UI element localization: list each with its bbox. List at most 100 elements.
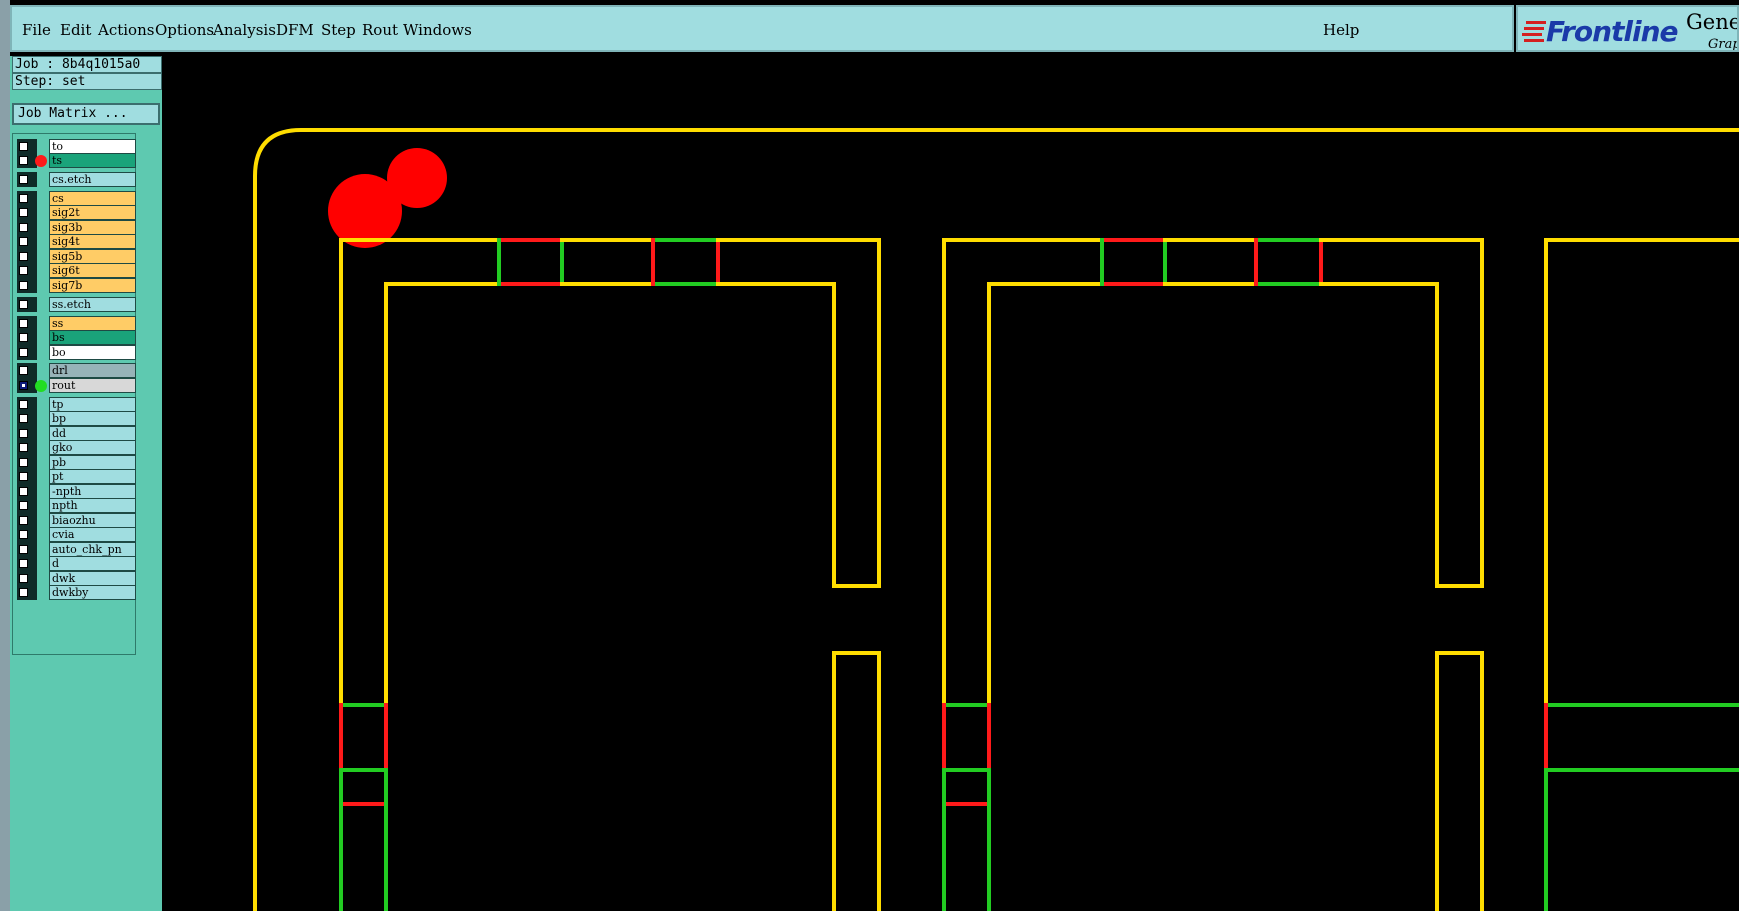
layer-row-rout[interactable]: rout	[15, 378, 136, 393]
layer-row-sig6t[interactable]: sig6t	[15, 263, 136, 278]
layer-name[interactable]: to	[49, 139, 136, 154]
layer-checkbox[interactable]	[19, 400, 28, 409]
layer-name[interactable]: pb	[49, 455, 136, 470]
layer-checkbox[interactable]	[19, 472, 28, 481]
layer-checkbox[interactable]	[19, 414, 28, 423]
layer-checkbox[interactable]	[19, 348, 28, 357]
layer-name[interactable]: ts	[49, 153, 136, 168]
layer-row-tp[interactable]: tp	[15, 397, 136, 412]
layer-checkbox[interactable]	[19, 223, 28, 232]
layer-name[interactable]: sig3b	[49, 220, 136, 235]
layer-row-sig2t[interactable]: sig2t	[15, 205, 136, 220]
menu-rout[interactable]: Rout	[362, 21, 398, 39]
layer-name[interactable]: bs	[49, 330, 136, 345]
layer-checkbox[interactable]	[19, 266, 28, 275]
layer-row-bp[interactable]: bp	[15, 411, 136, 426]
layer-row-ts[interactable]: ts	[15, 153, 136, 168]
layer-row--npth[interactable]: -npth	[15, 484, 136, 499]
layer-checkbox[interactable]	[19, 588, 28, 597]
layer-name[interactable]: drl	[49, 363, 136, 378]
layer-checkbox[interactable]	[19, 574, 28, 583]
layer-name[interactable]: rout	[49, 378, 136, 393]
layer-row-bs[interactable]: bs	[15, 330, 136, 345]
menu-edit[interactable]: Edit	[60, 21, 91, 39]
layer-checkbox[interactable]	[19, 208, 28, 217]
menu-actions[interactable]: Actions	[98, 21, 154, 39]
layer-row-sig5b[interactable]: sig5b	[15, 249, 136, 264]
layer-row-sig7b[interactable]: sig7b	[15, 278, 136, 293]
layer-affected-icon[interactable]	[35, 380, 47, 392]
layer-checkbox[interactable]	[19, 366, 28, 375]
graphic-canvas[interactable]	[162, 56, 1739, 911]
menu-windows[interactable]: Windows	[403, 21, 472, 39]
layer-checkbox[interactable]	[19, 530, 28, 539]
layer-name[interactable]: sig4t	[49, 234, 136, 249]
layer-row-dwkby[interactable]: dwkby	[15, 585, 136, 600]
menu-analysis[interactable]: Analysis	[213, 21, 276, 39]
layer-name[interactable]: d	[49, 556, 136, 571]
layer-checkbox[interactable]	[19, 559, 28, 568]
layer-checkbox[interactable]	[19, 516, 28, 525]
layer-name[interactable]: gko	[49, 440, 136, 455]
layer-row-drl[interactable]: drl	[15, 363, 136, 378]
layer-row-to[interactable]: to	[15, 139, 136, 154]
layer-row-npth[interactable]: npth	[15, 498, 136, 513]
layer-row-pt[interactable]: pt	[15, 469, 136, 484]
layer-row-auto_chk_pn[interactable]: auto_chk_pn	[15, 542, 136, 557]
layer-name[interactable]: cvia	[49, 527, 136, 542]
layer-row-dwk[interactable]: dwk	[15, 571, 136, 586]
menu-options[interactable]: Options	[155, 21, 214, 39]
layer-name[interactable]: cs.etch	[49, 172, 136, 187]
layer-row-pb[interactable]: pb	[15, 455, 136, 470]
layer-checkbox[interactable]	[19, 458, 28, 467]
menu-help[interactable]: Help	[1323, 21, 1359, 39]
layer-checkbox[interactable]	[19, 194, 28, 203]
job-matrix-button[interactable]: Job Matrix ...	[12, 103, 160, 125]
layer-name[interactable]: dwk	[49, 571, 136, 586]
layer-name[interactable]: biaozhu	[49, 513, 136, 528]
layer-name[interactable]: bo	[49, 345, 136, 360]
layer-checkbox[interactable]	[19, 281, 28, 290]
layer-name[interactable]: -npth	[49, 484, 136, 499]
layer-name[interactable]: dd	[49, 426, 136, 441]
layer-checkbox[interactable]	[19, 142, 28, 151]
layer-checkbox[interactable]	[19, 545, 28, 554]
layer-row-d[interactable]: d	[15, 556, 136, 571]
layer-name[interactable]: auto_chk_pn	[49, 542, 136, 557]
layer-checkbox[interactable]	[19, 487, 28, 496]
menu-step[interactable]: Step	[321, 21, 356, 39]
layer-checkbox[interactable]	[19, 156, 28, 165]
layer-row-sig3b[interactable]: sig3b	[15, 220, 136, 235]
layer-name[interactable]: dwkby	[49, 585, 136, 600]
layer-name[interactable]: sig2t	[49, 205, 136, 220]
layer-checkbox[interactable]	[19, 300, 28, 309]
layer-row-sig4t[interactable]: sig4t	[15, 234, 136, 249]
layer-checkbox[interactable]	[19, 252, 28, 261]
layer-name[interactable]: cs	[49, 191, 136, 206]
layer-checkbox[interactable]	[19, 237, 28, 246]
layer-checkbox[interactable]	[19, 333, 28, 342]
layer-checkbox[interactable]	[19, 443, 28, 452]
layer-name[interactable]: ss	[49, 316, 136, 331]
layer-name[interactable]: tp	[49, 397, 136, 412]
menu-dfm[interactable]: DFM	[276, 21, 314, 39]
layer-checkbox[interactable]	[19, 381, 28, 390]
layer-row-ss.etch[interactable]: ss.etch	[15, 297, 136, 312]
layer-checkbox[interactable]	[19, 319, 28, 328]
layer-name[interactable]: sig5b	[49, 249, 136, 264]
layer-checkbox[interactable]	[19, 175, 28, 184]
layer-name[interactable]: npth	[49, 498, 136, 513]
layer-row-gko[interactable]: gko	[15, 440, 136, 455]
layer-name[interactable]: sig7b	[49, 278, 136, 293]
layer-row-dd[interactable]: dd	[15, 426, 136, 441]
layer-name[interactable]: bp	[49, 411, 136, 426]
layer-checkbox[interactable]	[19, 429, 28, 438]
layer-name[interactable]: ss.etch	[49, 297, 136, 312]
layer-row-bo[interactable]: bo	[15, 345, 136, 360]
layer-row-cs[interactable]: cs	[15, 191, 136, 206]
layer-row-biaozhu[interactable]: biaozhu	[15, 513, 136, 528]
layer-affected-icon[interactable]	[35, 155, 47, 167]
menu-file[interactable]: File	[22, 21, 51, 39]
layer-row-cs.etch[interactable]: cs.etch	[15, 172, 136, 187]
layer-row-cvia[interactable]: cvia	[15, 527, 136, 542]
